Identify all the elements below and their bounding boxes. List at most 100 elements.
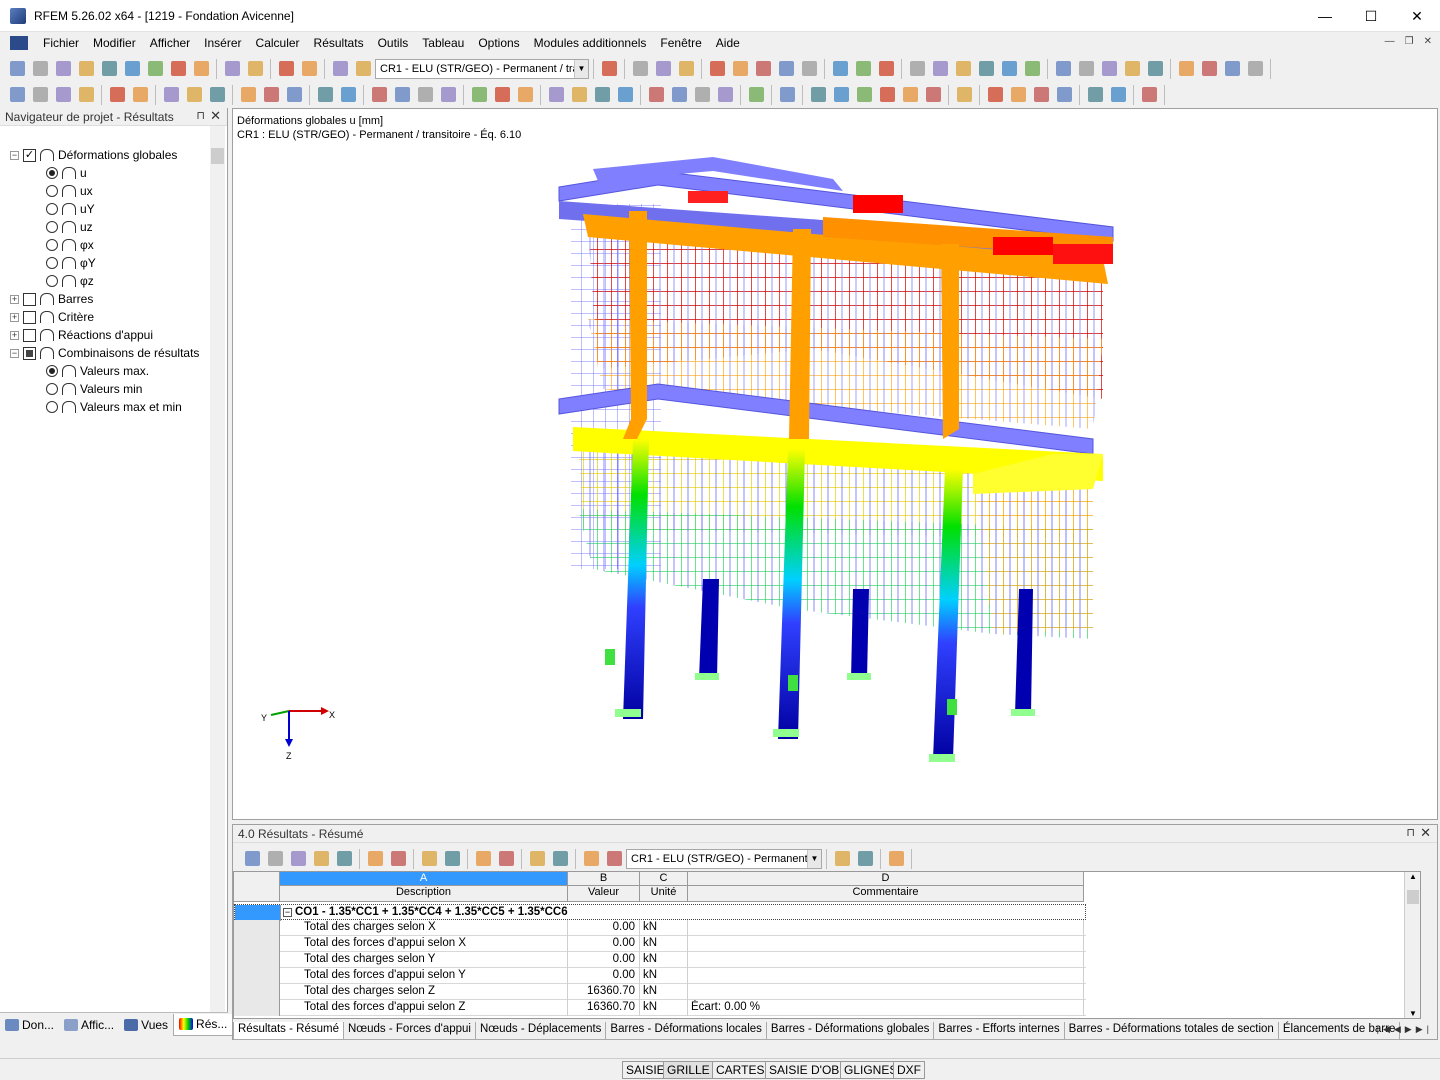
chevron-down-icon[interactable]: ▼ — [807, 849, 821, 868]
tab-affichage[interactable]: Affic... — [59, 1014, 119, 1036]
toolbar-icon[interactable] — [167, 58, 189, 80]
radio-button[interactable] — [46, 239, 58, 251]
mdi-restore-icon[interactable]: ❐ — [1405, 36, 1414, 47]
menu-outils[interactable]: Outils — [371, 36, 416, 50]
radio-button[interactable] — [46, 365, 58, 377]
col-letter-a[interactable]: A — [280, 872, 568, 886]
toolbar-icon[interactable] — [652, 58, 674, 80]
toolbar-icon[interactable] — [260, 84, 282, 106]
results-tab[interactable]: Résultats - Résumé — [233, 1022, 344, 1040]
toolbar-icon[interactable] — [1144, 58, 1166, 80]
cell-desc[interactable]: Total des forces d'appui selon X — [282, 936, 568, 952]
col-letter-b[interactable]: B — [568, 872, 640, 886]
toolbar-icon[interactable] — [1221, 58, 1243, 80]
cell-comment[interactable] — [688, 936, 1084, 952]
toolbar-icon[interactable] — [1007, 84, 1029, 106]
checkbox[interactable] — [23, 328, 36, 342]
radio-button[interactable] — [46, 275, 58, 287]
status-cartes[interactable]: CARTES — [712, 1061, 769, 1079]
radio-item[interactable]: Valeurs max. — [46, 362, 149, 380]
toolbar-icon[interactable] — [807, 84, 829, 106]
toolbar-icon[interactable] — [775, 58, 797, 80]
cell-desc[interactable]: Total des forces d'appui selon Z — [282, 1000, 568, 1016]
cell-comment[interactable] — [688, 968, 1084, 984]
toolbar-icon[interactable] — [1175, 58, 1197, 80]
menu-modules[interactable]: Modules additionnels — [527, 36, 654, 50]
toolbar-icon[interactable] — [714, 84, 736, 106]
toolbar-icon[interactable] — [144, 58, 166, 80]
toolbar-icon[interactable] — [98, 58, 120, 80]
results-tab[interactable]: Barres - Déformations locales — [605, 1022, 767, 1040]
toolbar-icon[interactable] — [190, 58, 212, 80]
menu-modifier[interactable]: Modifier — [86, 36, 143, 50]
status-saisie-ob[interactable]: SAISIE D'OB. — [765, 1061, 847, 1079]
toolbar-icon[interactable] — [829, 58, 851, 80]
toolbar-icon[interactable] — [929, 58, 951, 80]
toolbar-icon[interactable] — [368, 84, 390, 106]
toolbar-icon[interactable] — [337, 84, 359, 106]
toolbar-icon[interactable] — [1098, 58, 1120, 80]
results-tab[interactable]: Barres - Déformations globales — [765, 1022, 935, 1040]
toolbar-icon[interactable] — [121, 58, 143, 80]
cell-value[interactable]: 0.00 — [568, 968, 640, 984]
close-icon[interactable]: ✕ — [210, 108, 221, 124]
menu-calculer[interactable]: Calculer — [249, 36, 307, 50]
toolbar-icon[interactable] — [1084, 84, 1106, 106]
toolbar-icon[interactable] — [752, 58, 774, 80]
toolbar-icon[interactable] — [580, 848, 602, 870]
toolbar-icon[interactable] — [29, 84, 51, 106]
col-header-valeur[interactable]: Valeur — [568, 886, 640, 902]
toolbar-icon[interactable] — [495, 848, 517, 870]
toolbar-icon[interactable] — [160, 84, 182, 106]
tab-donnees[interactable]: Don... — [0, 1014, 59, 1036]
toolbar-icon[interactable] — [1107, 84, 1129, 106]
toolbar-icon[interactable] — [352, 58, 374, 80]
close-icon[interactable]: ✕ — [1420, 825, 1431, 841]
toolbar-icon[interactable] — [875, 58, 897, 80]
cell-value[interactable]: 16360.70 — [568, 1000, 640, 1016]
toolbar-icon[interactable] — [776, 84, 798, 106]
toolbar-icon[interactable] — [876, 84, 898, 106]
cell-value[interactable]: 0.00 — [568, 936, 640, 952]
toolbar-icon[interactable] — [6, 58, 28, 80]
pin-icon[interactable]: ⊓ — [196, 109, 205, 122]
toolbar-icon[interactable] — [6, 84, 28, 106]
toolbar-icon[interactable] — [310, 848, 332, 870]
table-row[interactable]: Total des forces d'appui selon Z 16360.70… — [234, 1000, 1086, 1016]
toolbar-icon[interactable] — [603, 848, 625, 870]
toolbar-icon[interactable] — [645, 84, 667, 106]
tab-resultats[interactable]: Rés... — [173, 1013, 234, 1036]
toolbar-icon[interactable] — [75, 84, 97, 106]
col-letter-c[interactable]: C — [640, 872, 688, 886]
toolbar-icon[interactable] — [545, 84, 567, 106]
toolbar-icon[interactable] — [526, 848, 548, 870]
toolbar-icon[interactable] — [472, 848, 494, 870]
radio-button[interactable] — [46, 221, 58, 233]
toolbar-icon[interactable] — [437, 84, 459, 106]
toolbar-icon[interactable] — [237, 84, 259, 106]
tree-item[interactable]: + Critère — [10, 308, 94, 326]
tree-item[interactable]: − Combinaisons de résultats — [10, 344, 199, 362]
toolbar-icon[interactable] — [75, 58, 97, 80]
col-header-unite[interactable]: Unité — [640, 886, 688, 902]
cell-comment[interactable] — [688, 952, 1084, 968]
results-tab[interactable]: Barres - Déformations totales de section — [1063, 1022, 1279, 1040]
toolbar-icon[interactable] — [441, 848, 463, 870]
col-letter-d[interactable]: D — [688, 872, 1084, 886]
toolbar-icon[interactable] — [314, 84, 336, 106]
radio-item[interactable]: ux — [46, 182, 93, 200]
expand-icon[interactable]: + — [10, 294, 19, 304]
close-button[interactable]: ✕ — [1394, 0, 1440, 32]
menu-fenetre[interactable]: Fenêtre — [653, 36, 708, 50]
toolbar-icon[interactable] — [1138, 84, 1160, 106]
results-tab[interactable]: Nœuds - Forces d'appui — [342, 1022, 476, 1040]
toolbar-icon[interactable] — [1021, 58, 1043, 80]
toolbar-icon[interactable] — [798, 58, 820, 80]
toolbar-icon[interactable] — [831, 848, 853, 870]
radio-item[interactable]: φY — [46, 254, 96, 272]
toolbar-icon[interactable] — [830, 84, 852, 106]
table-scrollbar[interactable]: ▲ ▼ — [1404, 872, 1420, 1018]
toolbar-icon[interactable] — [29, 58, 51, 80]
radio-item[interactable]: Valeurs min — [46, 380, 142, 398]
toolbar-icon[interactable] — [568, 84, 590, 106]
